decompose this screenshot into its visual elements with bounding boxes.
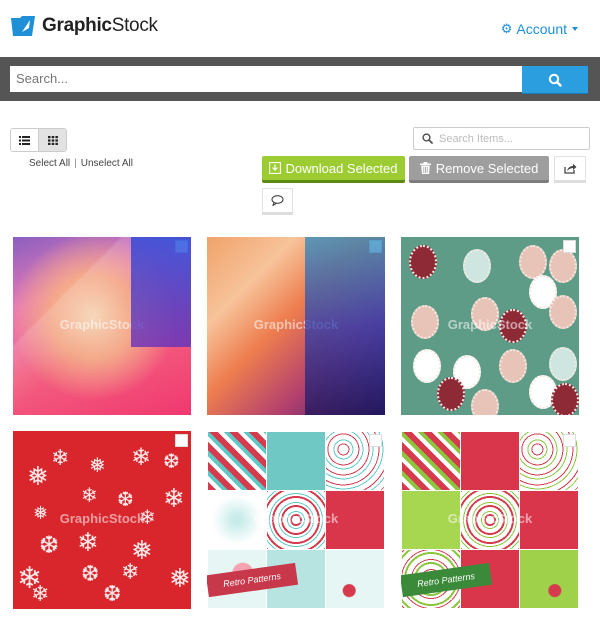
list-view-button[interactable] (11, 129, 39, 151)
snowflake-icon: ❅ (27, 461, 49, 491)
logo-text: GraphicStock (42, 15, 158, 36)
selection-links: Select All | Unselect All (29, 158, 133, 169)
snowflake-icon: ❆ (103, 581, 122, 606)
mitten-ornament (413, 349, 441, 383)
comment-button[interactable] (262, 188, 293, 215)
pattern-tile (520, 550, 578, 608)
snowflake-icon: ❆ (39, 532, 60, 559)
mitten-ornament (471, 389, 499, 415)
chevron-down-icon (572, 27, 578, 31)
mitten-ornament (499, 349, 527, 383)
remove-selected-button[interactable]: Remove Selected (409, 156, 549, 183)
account-label: Account (516, 21, 567, 37)
snowflake-icon: ❅ (169, 563, 191, 593)
header: GraphicStock ⚙ Account (0, 0, 600, 57)
mitten-ornament (437, 377, 465, 411)
separator: | (74, 158, 77, 169)
download-icon (269, 162, 282, 174)
item-thumbnail[interactable]: GraphicStock (207, 237, 385, 415)
pattern-tile (326, 550, 384, 608)
items-search-placeholder: Search Items... (439, 132, 513, 145)
snowflake-icon: ❅ (89, 455, 106, 477)
item-thumbnail[interactable]: GraphicStock (401, 237, 579, 415)
watermark: GraphicStock (253, 511, 339, 526)
search-icon (548, 73, 562, 87)
snowflake-icon: ❄ (131, 444, 152, 471)
mitten-ornament (549, 347, 577, 381)
snowflake-icon: ❄ (77, 527, 99, 557)
account-menu[interactable]: ⚙ Account (501, 21, 578, 37)
search-icon (422, 133, 433, 144)
search-bar (0, 57, 600, 101)
snowflake-icon: ❄ (163, 483, 185, 513)
mitten-ornament (463, 249, 491, 283)
snowflake-icon: ❄ (31, 581, 50, 606)
folder-rocket-icon (11, 16, 35, 36)
mitten-ornament (409, 245, 437, 279)
remove-label: Remove Selected (435, 160, 539, 176)
item-checkbox[interactable] (175, 240, 188, 253)
item-thumbnail[interactable]: GraphicStock (13, 237, 191, 415)
trash-icon (419, 162, 431, 174)
list-view-icon (19, 135, 30, 145)
item-checkbox[interactable] (563, 240, 576, 253)
pattern-tile (402, 432, 460, 490)
logo[interactable]: GraphicStock (10, 14, 158, 38)
mitten-ornament (519, 245, 547, 279)
grid-view-icon (47, 135, 58, 145)
watermark: GraphicStock (59, 511, 145, 526)
watermark: GraphicStock (447, 511, 533, 526)
mitten-ornament (551, 383, 579, 415)
comment-icon (271, 195, 284, 206)
snowflake-icon: ❆ (117, 489, 134, 511)
items-search-field[interactable]: Search Items... (413, 127, 590, 150)
item-thumbnail[interactable]: Retro Patterns GraphicStock (207, 431, 385, 609)
snowflake-icon: ❄ (121, 559, 140, 584)
item-checkbox[interactable] (175, 434, 188, 447)
watermark: GraphicStock (253, 317, 339, 332)
item-thumbnail[interactable]: Retro Patterns GraphicStock (401, 431, 579, 609)
watermark: GraphicStock (447, 317, 533, 332)
grid-view-button[interactable] (39, 129, 66, 151)
item-thumbnail[interactable]: ❄ ❅ ❄ ❆ ❅ ❄ ❆ ❄ ❅ ❄ ❆ ❄ ❅ ❄ ❆ ❄ ❅ ❄ ❆ Gr… (13, 431, 191, 609)
search-input[interactable] (10, 66, 522, 92)
pattern-tile (267, 432, 325, 490)
download-label: Download Selected (285, 160, 398, 176)
select-all-link[interactable]: Select All (29, 158, 70, 169)
snowflake-icon: ❆ (163, 451, 180, 473)
download-selected-button[interactable]: Download Selected (262, 156, 405, 183)
mitten-ornament (549, 249, 577, 283)
view-toggle (10, 128, 67, 152)
gear-icon: ⚙ (500, 21, 513, 36)
snowflake-icon: ❄ (81, 485, 98, 507)
snowflake-icon: ❆ (81, 561, 100, 586)
share-button[interactable] (554, 156, 586, 183)
watermark: GraphicStock (59, 317, 145, 332)
item-checkbox[interactable] (563, 434, 576, 447)
pattern-tile (208, 432, 266, 490)
share-icon (563, 163, 576, 174)
pattern-tile (461, 432, 519, 490)
search-button[interactable] (522, 66, 588, 94)
unselect-all-link[interactable]: Unselect All (81, 158, 133, 169)
item-checkbox[interactable] (369, 240, 382, 253)
snowflake-icon: ❄ (51, 445, 70, 470)
item-checkbox[interactable] (369, 434, 382, 447)
